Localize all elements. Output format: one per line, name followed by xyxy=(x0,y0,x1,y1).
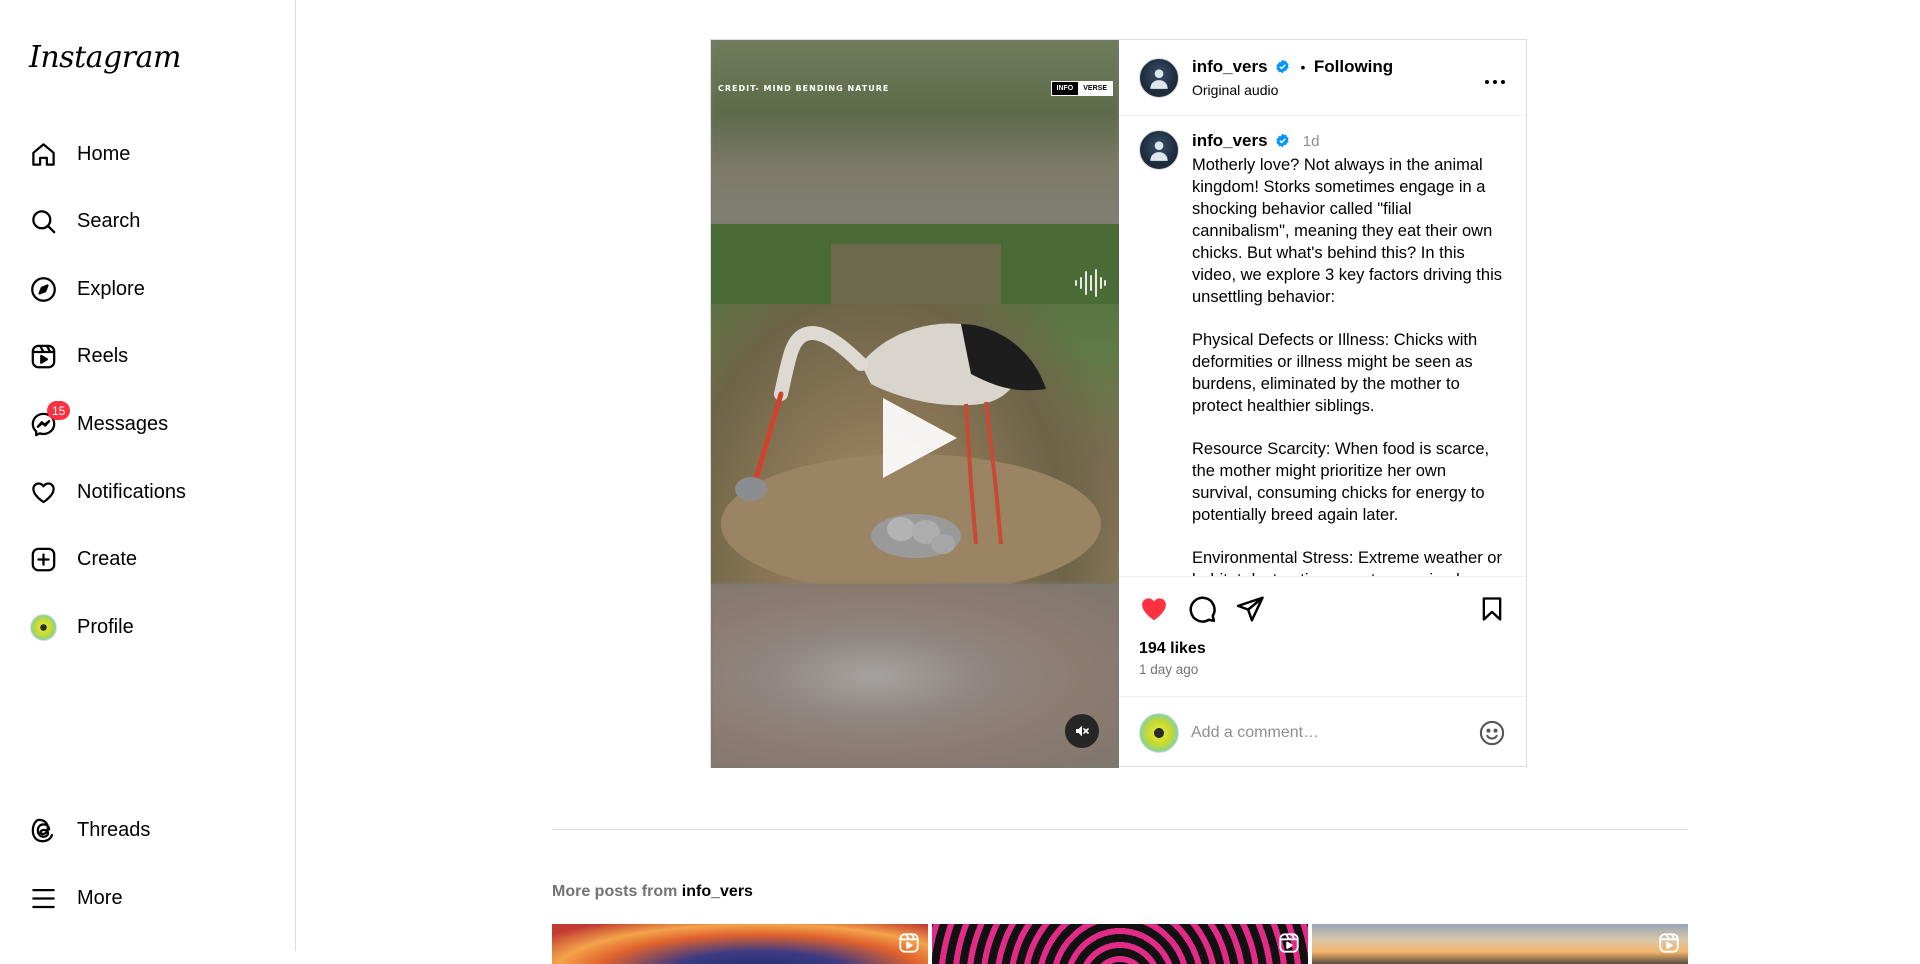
sidebar-item-search[interactable]: Search xyxy=(16,195,280,247)
caption-paragraph: Motherly love? Not always in the animal … xyxy=(1192,156,1502,306)
video-blur-bottom xyxy=(711,584,1119,768)
post-caption: info_vers 1d Motherly love? Not always i… xyxy=(1119,116,1526,576)
header-text: info_vers • Following Original audio xyxy=(1192,57,1393,98)
share-button[interactable] xyxy=(1235,594,1265,624)
caption-paragraph: Environmental Stress: Extreme weather or… xyxy=(1192,549,1502,576)
sidebar-item-label: Home xyxy=(77,142,131,165)
smiley-icon xyxy=(1478,719,1506,747)
instagram-logo[interactable]: Instagram xyxy=(29,40,181,75)
sidebar: Instagram Home Search Explore Reels 15 M… xyxy=(0,0,296,951)
heart-icon xyxy=(29,478,57,506)
sidebar-item-label: Search xyxy=(77,209,141,232)
more-posts-username[interactable]: info_vers xyxy=(682,883,753,900)
reels-icon xyxy=(1658,932,1680,959)
current-user-avatar xyxy=(1139,712,1179,753)
post-thumbnail[interactable] xyxy=(1312,924,1688,964)
author-avatar[interactable] xyxy=(1139,57,1179,98)
sidebar-item-explore[interactable]: Explore xyxy=(16,263,280,315)
reels-icon xyxy=(1278,932,1300,959)
post-thumbnail[interactable] xyxy=(932,924,1308,964)
caption-username[interactable]: info_vers xyxy=(1192,131,1268,150)
post-actions xyxy=(1119,576,1526,640)
plus-square-icon xyxy=(29,545,57,573)
sidebar-item-label: Profile xyxy=(77,615,134,638)
sidebar-item-label: Explore xyxy=(77,277,145,300)
speaker-muted-icon xyxy=(1074,723,1090,739)
caption-paragraph: Resource Scarcity: When food is scarce, … xyxy=(1192,440,1490,524)
profile-avatar xyxy=(29,613,57,641)
post-card: CREDIT- MIND BENDING NATURE INFO VERSE i… xyxy=(710,39,1527,768)
sidebar-item-label: Notifications xyxy=(77,480,186,503)
mute-button[interactable] xyxy=(1065,714,1099,748)
emoji-button[interactable] xyxy=(1478,719,1506,747)
sidebar-item-label: More xyxy=(77,886,123,909)
play-button[interactable] xyxy=(883,398,957,478)
reels-icon xyxy=(29,342,57,370)
caption-paragraph: Physical Defects or Illness: Chicks with… xyxy=(1192,331,1478,415)
caption-author-avatar[interactable] xyxy=(1139,130,1179,170)
save-button[interactable] xyxy=(1478,595,1506,623)
post-header: info_vers • Following Original audio xyxy=(1119,40,1526,116)
audio-waveform-icon[interactable] xyxy=(1073,268,1107,303)
home-icon xyxy=(29,140,57,168)
sidebar-item-messages[interactable]: 15 Messages xyxy=(16,398,280,450)
video-credit: CREDIT- MIND BENDING NATURE xyxy=(718,84,890,93)
sidebar-item-threads[interactable]: Threads xyxy=(16,804,280,856)
comment-button[interactable] xyxy=(1187,594,1217,624)
sidebar-item-profile[interactable]: Profile xyxy=(16,601,280,653)
paper-plane-icon xyxy=(1235,594,1265,624)
more-options-icon[interactable] xyxy=(1484,68,1506,91)
search-icon xyxy=(29,207,57,235)
separator-dot: • xyxy=(1300,59,1306,75)
sidebar-item-label: Create xyxy=(77,547,138,570)
sidebar-item-reels[interactable]: Reels xyxy=(16,330,280,382)
likes-count[interactable]: 194 likes xyxy=(1119,640,1526,658)
more-posts-grid xyxy=(552,924,1688,964)
comment-icon xyxy=(1187,594,1217,624)
verified-badge-icon xyxy=(1275,59,1290,79)
video-blur-top xyxy=(711,40,1119,224)
sidebar-item-home[interactable]: Home xyxy=(16,128,280,180)
like-button[interactable] xyxy=(1139,594,1169,624)
post-time[interactable]: 1 day ago xyxy=(1119,658,1526,677)
hamburger-icon xyxy=(29,884,57,912)
brand-watermark: INFO VERSE xyxy=(1050,81,1113,96)
sidebar-item-label: Messages xyxy=(77,412,169,435)
author-username[interactable]: info_vers xyxy=(1192,57,1268,76)
bookmark-icon xyxy=(1478,595,1506,623)
following-button[interactable]: Following xyxy=(1314,57,1393,76)
post-thumbnail[interactable] xyxy=(552,924,928,964)
verified-badge-icon xyxy=(1275,132,1290,154)
heart-filled-icon xyxy=(1139,594,1169,624)
sidebar-item-create[interactable]: Create xyxy=(16,533,280,585)
comment-input[interactable] xyxy=(1191,723,1468,742)
sidebar-item-label: Reels xyxy=(77,344,129,367)
messenger-icon: 15 xyxy=(29,401,71,438)
caption-body: info_vers 1d Motherly love? Not always i… xyxy=(1192,130,1506,576)
post-side-panel: info_vers • Following Original audio inf… xyxy=(1119,40,1526,768)
explore-icon xyxy=(29,275,57,303)
more-posts-heading: More posts from info_vers xyxy=(552,883,753,900)
audio-label[interactable]: Original audio xyxy=(1192,82,1393,98)
sidebar-item-label: Threads xyxy=(77,818,151,841)
threads-icon xyxy=(29,816,57,844)
sidebar-item-more[interactable]: More xyxy=(16,872,280,924)
caption-age[interactable]: 1d xyxy=(1303,133,1320,150)
section-divider xyxy=(552,829,1688,830)
comment-bar xyxy=(1119,696,1526,768)
sidebar-item-notifications[interactable]: Notifications xyxy=(16,466,280,518)
unread-badge: 15 xyxy=(47,401,71,420)
post-video[interactable]: CREDIT- MIND BENDING NATURE INFO VERSE xyxy=(711,40,1119,768)
reels-icon xyxy=(898,932,920,959)
